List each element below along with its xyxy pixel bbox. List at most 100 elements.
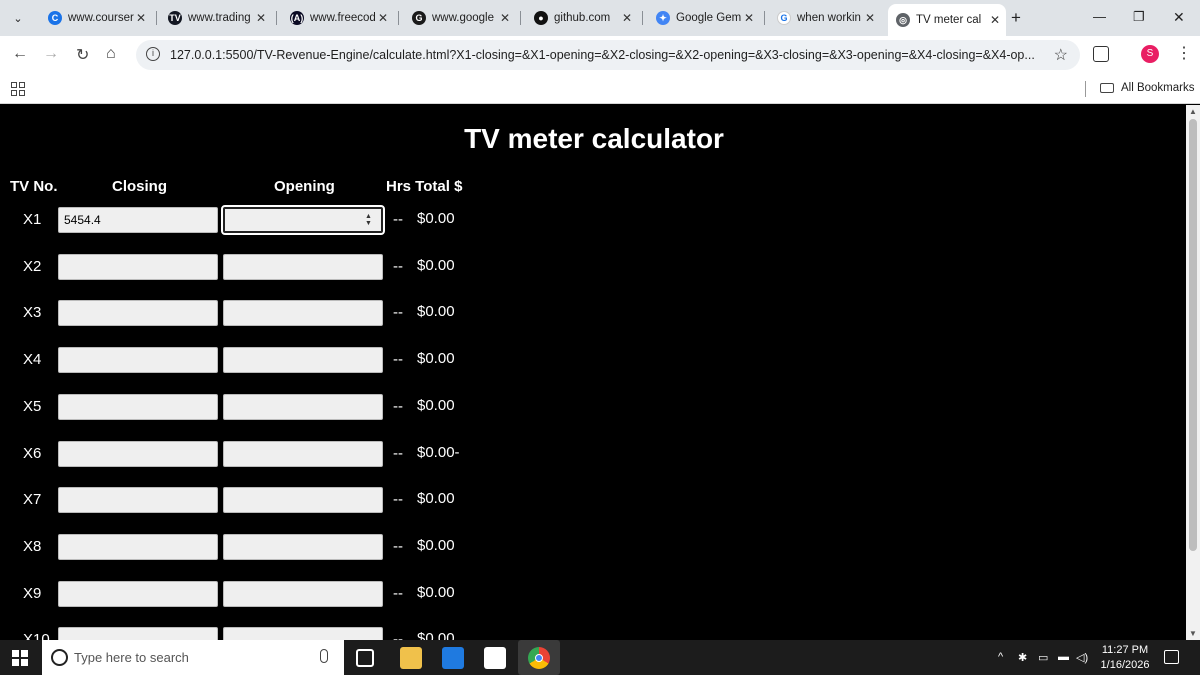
notification-icon[interactable] xyxy=(1164,650,1179,664)
address-bar[interactable]: i 127.0.0.1:5500/TV-Revenue-Engine/calcu… xyxy=(136,40,1080,70)
forward-icon[interactable]: → xyxy=(43,45,59,63)
hours-value: -- xyxy=(393,444,403,462)
tab-favicon-icon: TV xyxy=(168,11,182,25)
restore-icon[interactable]: ❐ xyxy=(1133,9,1145,25)
opening-input[interactable] xyxy=(223,487,383,514)
file-explorer-icon[interactable] xyxy=(400,647,422,669)
tab-close-icon[interactable]: ✕ xyxy=(865,11,875,25)
bookmark-star-icon[interactable]: ☆ xyxy=(1054,45,1068,65)
header-tv-no: TV No. xyxy=(10,178,58,195)
browser-tab[interactable]: Gwww.google ✕ xyxy=(404,5,516,31)
tv-label: X1 xyxy=(23,211,42,228)
browser-tab[interactable]: ● github.com ✕ xyxy=(526,5,638,31)
page-scrollbar[interactable]: ▲ ▼ xyxy=(1186,105,1200,640)
home-icon[interactable]: ⌂ xyxy=(106,45,116,63)
menu-kebab-icon[interactable]: ⋮ xyxy=(1176,43,1192,63)
microphone-icon[interactable] xyxy=(320,649,328,663)
extensions-icon[interactable] xyxy=(1093,46,1109,62)
closing-input[interactable] xyxy=(58,347,218,374)
total-value: $0.00- xyxy=(417,443,460,461)
hours-value: -- xyxy=(393,537,403,555)
volume-icon[interactable]: ◁) xyxy=(1076,651,1088,664)
network-icon[interactable]: ▭ xyxy=(1038,651,1048,664)
closing-input[interactable] xyxy=(58,207,218,233)
hours-value: -- xyxy=(393,584,403,602)
vscode-icon[interactable] xyxy=(442,647,464,669)
all-bookmarks-button[interactable]: All Bookmarks xyxy=(1100,82,1195,94)
header-opening: Opening xyxy=(274,178,335,195)
tab-search-chevron-icon[interactable]: ⌄ xyxy=(6,7,30,29)
tv-label: X3 xyxy=(23,304,42,322)
opening-input[interactable] xyxy=(223,253,383,280)
closing-input[interactable] xyxy=(58,440,218,467)
tab-close-icon[interactable]: ✕ xyxy=(256,11,266,25)
page-content: TV meter calculator TV No. Closing Openi… xyxy=(0,105,1186,640)
closing-input[interactable] xyxy=(58,300,218,327)
reload-icon[interactable]: ↻ xyxy=(76,45,89,65)
apps-grid-icon[interactable] xyxy=(11,82,25,96)
opening-input[interactable] xyxy=(223,440,383,467)
meter-row: X6 -- $0.00- xyxy=(0,440,480,467)
opening-input[interactable] xyxy=(223,627,383,640)
tab-separator xyxy=(276,11,277,25)
tab-close-icon[interactable]: ✕ xyxy=(622,11,632,25)
clock-date: 1/16/2026 xyxy=(1100,659,1150,671)
number-spinner-icon[interactable]: ▲ ▼ xyxy=(365,213,372,227)
opening-input[interactable] xyxy=(221,205,385,235)
taskbar-search-box[interactable]: Type here to search xyxy=(42,640,344,675)
browser-tab[interactable]: (A) www.freecod ✕ xyxy=(282,5,394,31)
url-text[interactable]: 127.0.0.1:5500/TV-Revenue-Engine/calcula… xyxy=(170,48,1035,62)
tab-close-icon[interactable]: ✕ xyxy=(378,11,388,25)
opening-input[interactable] xyxy=(223,580,383,607)
chrome-taskbar-slot[interactable] xyxy=(518,640,560,675)
total-value: $0.00 xyxy=(417,396,455,414)
closing-input[interactable] xyxy=(58,253,218,280)
tab-close-icon[interactable]: ✕ xyxy=(744,11,754,25)
tab-close-icon[interactable]: ✕ xyxy=(990,13,1000,27)
microsoft-store-icon[interactable] xyxy=(484,647,506,669)
task-view-icon[interactable] xyxy=(356,649,374,667)
tab-favicon-icon: ✦ xyxy=(656,11,670,25)
browser-tab[interactable]: ✦ Google Gem ✕ xyxy=(648,5,760,31)
tab-favicon-icon: (A) xyxy=(290,11,304,25)
tab-close-icon[interactable]: ✕ xyxy=(500,11,510,25)
opening-input[interactable] xyxy=(223,347,383,374)
page-title: TV meter calculator xyxy=(464,123,724,154)
closing-input[interactable] xyxy=(58,627,218,640)
tab-separator xyxy=(520,11,521,25)
close-window-icon[interactable]: ✕ xyxy=(1173,9,1185,26)
scroll-thumb[interactable] xyxy=(1189,119,1197,551)
browser-tab[interactable]: Cwww.courser ✕ xyxy=(40,5,152,31)
closing-input[interactable] xyxy=(58,533,218,560)
total-value: $0.00 xyxy=(417,303,455,321)
opening-input[interactable] xyxy=(223,393,383,420)
scroll-up-icon[interactable]: ▲ xyxy=(1189,107,1197,116)
profile-avatar[interactable]: S xyxy=(1141,45,1159,63)
taskbar-clock[interactable]: 11:27 PM 1/16/2026 xyxy=(1098,643,1152,673)
bluetooth-icon[interactable]: ✱ xyxy=(1018,651,1027,664)
hours-value: -- xyxy=(393,631,403,640)
closing-input[interactable] xyxy=(58,487,218,514)
opening-input[interactable] xyxy=(223,533,383,560)
tab-favicon-icon: C xyxy=(48,11,62,25)
tab-close-icon[interactable]: ✕ xyxy=(136,11,146,25)
scroll-down-icon[interactable]: ▼ xyxy=(1189,629,1197,638)
back-icon[interactable]: ← xyxy=(12,45,28,63)
browser-tab[interactable]: TV www.trading ✕ xyxy=(160,5,272,31)
meter-row: X9 -- $0.00 xyxy=(0,580,480,607)
minimize-icon[interactable]: — xyxy=(1093,9,1106,24)
opening-input[interactable] xyxy=(223,300,383,327)
site-info-icon[interactable]: i xyxy=(146,47,160,61)
browser-tab[interactable]: ◎ TV meter cal ✕ xyxy=(888,4,1006,36)
closing-input[interactable] xyxy=(58,580,218,607)
tab-title: TV meter cal xyxy=(916,14,982,26)
windows-start-icon[interactable] xyxy=(12,650,28,666)
tab-separator xyxy=(764,11,765,25)
closing-input[interactable] xyxy=(58,393,218,420)
all-bookmarks-label: All Bookmarks xyxy=(1121,82,1195,94)
new-tab-button[interactable]: + xyxy=(1011,8,1021,28)
browser-tab[interactable]: Gwhen workin ✕ xyxy=(769,5,881,31)
chrome-icon-center xyxy=(535,654,543,662)
battery-icon[interactable]: ▬ xyxy=(1058,651,1069,663)
tray-chevron-icon[interactable]: ^ xyxy=(998,651,1003,663)
